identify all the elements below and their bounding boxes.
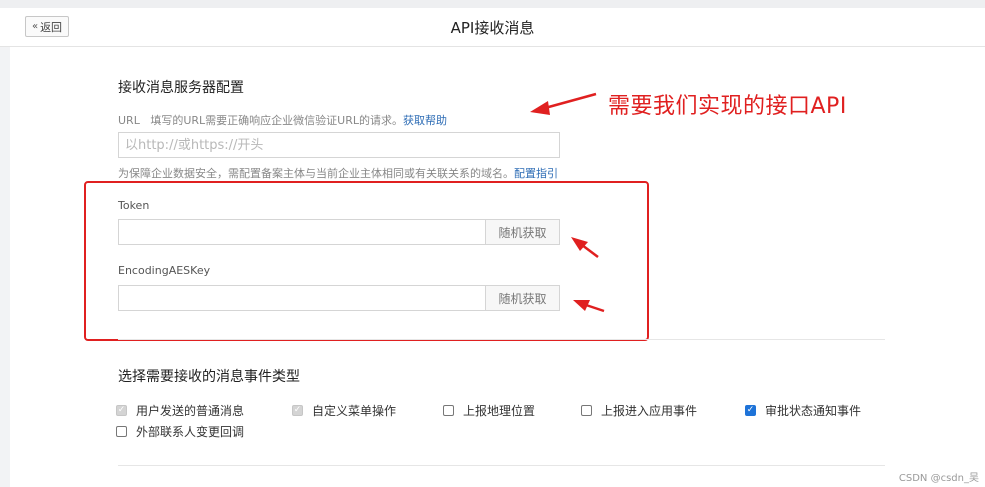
red-arrow-icon xyxy=(585,303,605,313)
event-label: 上报地理位置 xyxy=(463,404,536,418)
event-label: 上报进入应用事件 xyxy=(601,404,698,418)
event-item: ✓ 自定义菜单操作 xyxy=(292,402,396,419)
section-divider xyxy=(118,339,885,340)
check-icon: ✓ xyxy=(116,405,127,416)
event-item[interactable]: ✓ 审批状态通知事件 xyxy=(745,402,861,419)
red-arrow-icon xyxy=(581,244,599,258)
event-label: 审批状态通知事件 xyxy=(765,404,862,418)
red-arrow-head-icon xyxy=(573,300,590,311)
watermark: CSDN @csdn_吴 xyxy=(898,473,979,484)
event-label: 自定义菜单操作 xyxy=(312,404,397,418)
checkbox-icon[interactable] xyxy=(116,426,127,437)
section-divider xyxy=(118,465,885,466)
event-label: 外部联系人变更回调 xyxy=(136,425,245,439)
event-label: 用户发送的普通消息 xyxy=(136,404,245,418)
red-arrow-head-icon xyxy=(530,101,550,115)
red-arrow-icon xyxy=(544,92,597,110)
event-item[interactable]: 外部联系人变更回调 xyxy=(116,423,244,440)
checkbox-icon[interactable] xyxy=(443,405,454,416)
event-item: ✓ 用户发送的普通消息 xyxy=(116,402,244,419)
event-item[interactable]: 上报进入应用事件 xyxy=(581,402,697,419)
events-title: 选择需要接收的消息事件类型 xyxy=(118,369,300,385)
check-icon[interactable]: ✓ xyxy=(745,405,756,416)
event-item[interactable]: 上报地理位置 xyxy=(443,402,535,419)
checkbox-icon[interactable] xyxy=(581,405,592,416)
check-icon: ✓ xyxy=(292,405,303,416)
